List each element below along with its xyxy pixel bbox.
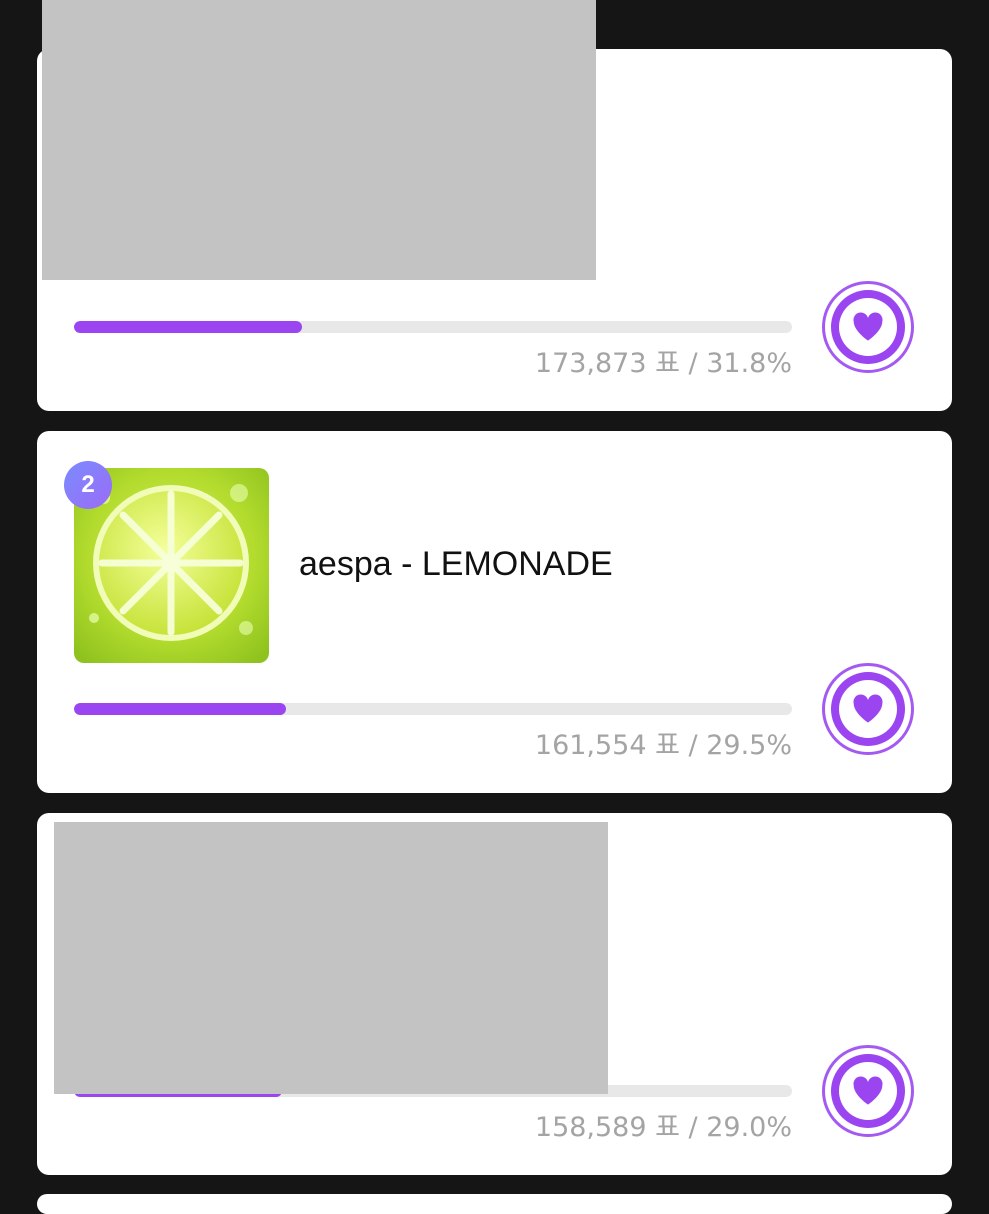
vote-button[interactable] xyxy=(822,663,914,755)
vote-count-text: 158,589 표 / 29.0% xyxy=(534,1112,792,1143)
vote-entry-card: 2 aespa - LEMONADE 161,554 표 / 29.5% xyxy=(37,431,952,793)
heart-icon xyxy=(853,312,883,341)
rank-badge: 2 xyxy=(64,461,112,509)
vote-button[interactable] xyxy=(822,1045,914,1137)
vote-button[interactable] xyxy=(822,281,914,373)
heart-icon xyxy=(853,694,883,723)
vote-entry-card-partial xyxy=(37,1194,952,1214)
vote-count-text: 173,873 표 / 31.8% xyxy=(534,348,792,379)
song-title: aespa - LEMONADE xyxy=(299,545,613,583)
vote-progress-fill xyxy=(74,703,286,715)
redaction-block xyxy=(42,0,596,280)
vote-progress-fill xyxy=(74,321,303,333)
vote-count-text: 161,554 표 / 29.5% xyxy=(534,730,792,761)
vote-progress-bar xyxy=(74,321,792,333)
redaction-block xyxy=(54,822,608,1094)
heart-icon xyxy=(853,1076,883,1105)
vote-progress-bar xyxy=(74,703,792,715)
